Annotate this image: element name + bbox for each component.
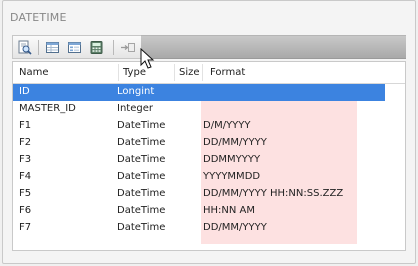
table-row[interactable]: F3 DateTime DDMMYYYY — [13, 152, 385, 169]
form-icon — [68, 41, 81, 53]
cell-type: DateTime — [117, 120, 166, 131]
cell-format: DDMMYYYY — [203, 154, 261, 165]
toolbar — [12, 35, 142, 59]
cell-format: D/M/YYYY — [203, 120, 251, 131]
column-divider[interactable] — [118, 64, 119, 81]
column-header-format[interactable]: Format — [210, 67, 245, 78]
preview-icon — [18, 40, 32, 55]
export-arrow-icon — [120, 42, 135, 52]
cell-name: F1 — [19, 120, 32, 131]
table-row[interactable]: F4 DateTime YYYYMMDD — [13, 169, 385, 186]
cell-type: DateTime — [117, 222, 166, 233]
panel-title: DATETIME — [10, 11, 67, 24]
cell-name: F4 — [19, 171, 32, 182]
table-view-button[interactable] — [44, 39, 61, 55]
cell-type: DateTime — [117, 188, 166, 199]
cell-format: DD/MM/YYYY — [203, 222, 267, 233]
export-button[interactable] — [119, 39, 136, 55]
toolbar-extension — [141, 35, 406, 59]
column-header-name[interactable]: Name — [19, 67, 49, 78]
cell-type: Integer — [117, 103, 153, 114]
table-row[interactable]: F6 DateTime HH:NN AM — [13, 203, 385, 220]
mouse-cursor-icon — [140, 48, 155, 69]
calculator-button[interactable] — [88, 39, 105, 55]
cell-format: HH:NN AM — [203, 205, 256, 216]
column-divider[interactable] — [174, 64, 175, 81]
table-row[interactable]: F2 DateTime DD/MM/YYYY — [13, 135, 385, 152]
cell-name: ID — [19, 86, 30, 97]
cell-type: DateTime — [117, 137, 166, 148]
fields-grid: Name Type Size Format ID Longint MASTER_… — [12, 61, 406, 251]
column-divider[interactable] — [202, 64, 203, 81]
table-row[interactable]: ID Longint — [13, 84, 385, 101]
cell-type: Longint — [117, 86, 155, 97]
table-icon — [46, 41, 59, 53]
grid-header: Name Type Size Format — [13, 62, 405, 84]
toolbar-separator — [113, 40, 114, 55]
column-header-size[interactable]: Size — [179, 67, 200, 78]
table-row[interactable]: F1 DateTime D/M/YYYY — [13, 118, 385, 135]
cell-name: F3 — [19, 154, 32, 165]
table-row[interactable]: MASTER_ID Integer — [13, 101, 385, 118]
table-row[interactable]: F7 DateTime DD/MM/YYYY — [13, 220, 385, 237]
cell-format: YYYYMMDD — [203, 171, 261, 182]
calculator-icon — [90, 40, 103, 54]
cell-name: F7 — [19, 222, 32, 233]
preview-button[interactable] — [16, 39, 33, 55]
cell-type: DateTime — [117, 171, 166, 182]
cell-format: DD/MM/YYYY HH:NN:SS.ZZZ — [203, 188, 344, 199]
cell-name: MASTER_ID — [19, 103, 76, 114]
cell-type: DateTime — [117, 154, 166, 165]
cell-format: DD/MM/YYYY — [203, 137, 267, 148]
cell-name: F2 — [19, 137, 32, 148]
form-view-button[interactable] — [66, 39, 83, 55]
cell-name: F5 — [19, 188, 32, 199]
cell-name: F6 — [19, 205, 32, 216]
toolbar-separator — [38, 40, 39, 55]
table-row[interactable]: F5 DateTime DD/MM/YYYY HH:NN:SS.ZZZ — [13, 186, 385, 203]
cell-type: DateTime — [117, 205, 166, 216]
